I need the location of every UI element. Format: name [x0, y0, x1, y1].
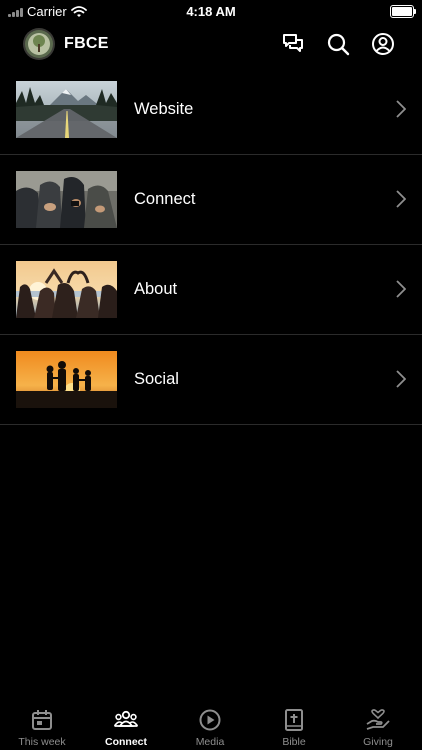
menu-item-label: Connect — [134, 190, 196, 208]
chevron-right-icon — [396, 100, 406, 118]
tab-bar: This week Connect Media Bible Giving — [0, 701, 422, 750]
profile-icon[interactable] — [371, 32, 395, 56]
menu-item-social[interactable]: Social — [0, 335, 422, 425]
tab-this-week[interactable]: This week — [0, 701, 84, 750]
connect-thumbnail — [16, 171, 117, 228]
chevron-right-icon — [396, 280, 406, 298]
menu-item-about[interactable]: About — [0, 245, 422, 335]
tab-label: Connect — [105, 736, 147, 748]
menu-item-label: About — [134, 280, 178, 298]
about-thumbnail — [16, 261, 117, 318]
search-icon[interactable] — [326, 32, 350, 56]
tab-label: Bible — [282, 736, 306, 748]
app-title: FBCE — [64, 35, 109, 52]
hand-heart-icon — [366, 709, 390, 730]
social-thumbnail — [16, 351, 117, 408]
menu-item-label: Website — [134, 100, 194, 118]
chat-icon[interactable] — [281, 32, 305, 56]
status-time: 4:18 AM — [186, 4, 236, 19]
menu-item-connect[interactable]: Connect — [0, 155, 422, 245]
tab-label: Media — [195, 736, 225, 748]
status-bar: Carrier 4:18 AM — [0, 0, 422, 22]
website-thumbnail — [16, 81, 117, 138]
tab-label: Giving — [363, 736, 393, 748]
menu-item-website[interactable]: Website — [0, 65, 422, 155]
tab-bible[interactable]: Bible — [252, 701, 336, 750]
tab-media[interactable]: Media — [168, 701, 252, 750]
menu-list: Website Connect About Social — [0, 65, 422, 425]
menu-item-label: Social — [134, 370, 179, 388]
calendar-icon — [32, 710, 52, 730]
bible-icon — [285, 709, 303, 731]
tab-label: This week — [18, 736, 66, 748]
people-icon — [114, 710, 138, 727]
play-icon — [199, 709, 221, 731]
chevron-right-icon — [396, 370, 406, 388]
tab-connect[interactable]: Connect — [84, 701, 168, 750]
tab-giving[interactable]: Giving — [336, 701, 420, 750]
app-header: FBCE — [0, 22, 422, 66]
battery-icon — [390, 5, 416, 18]
church-logo[interactable] — [23, 28, 55, 60]
chevron-right-icon — [396, 190, 406, 208]
